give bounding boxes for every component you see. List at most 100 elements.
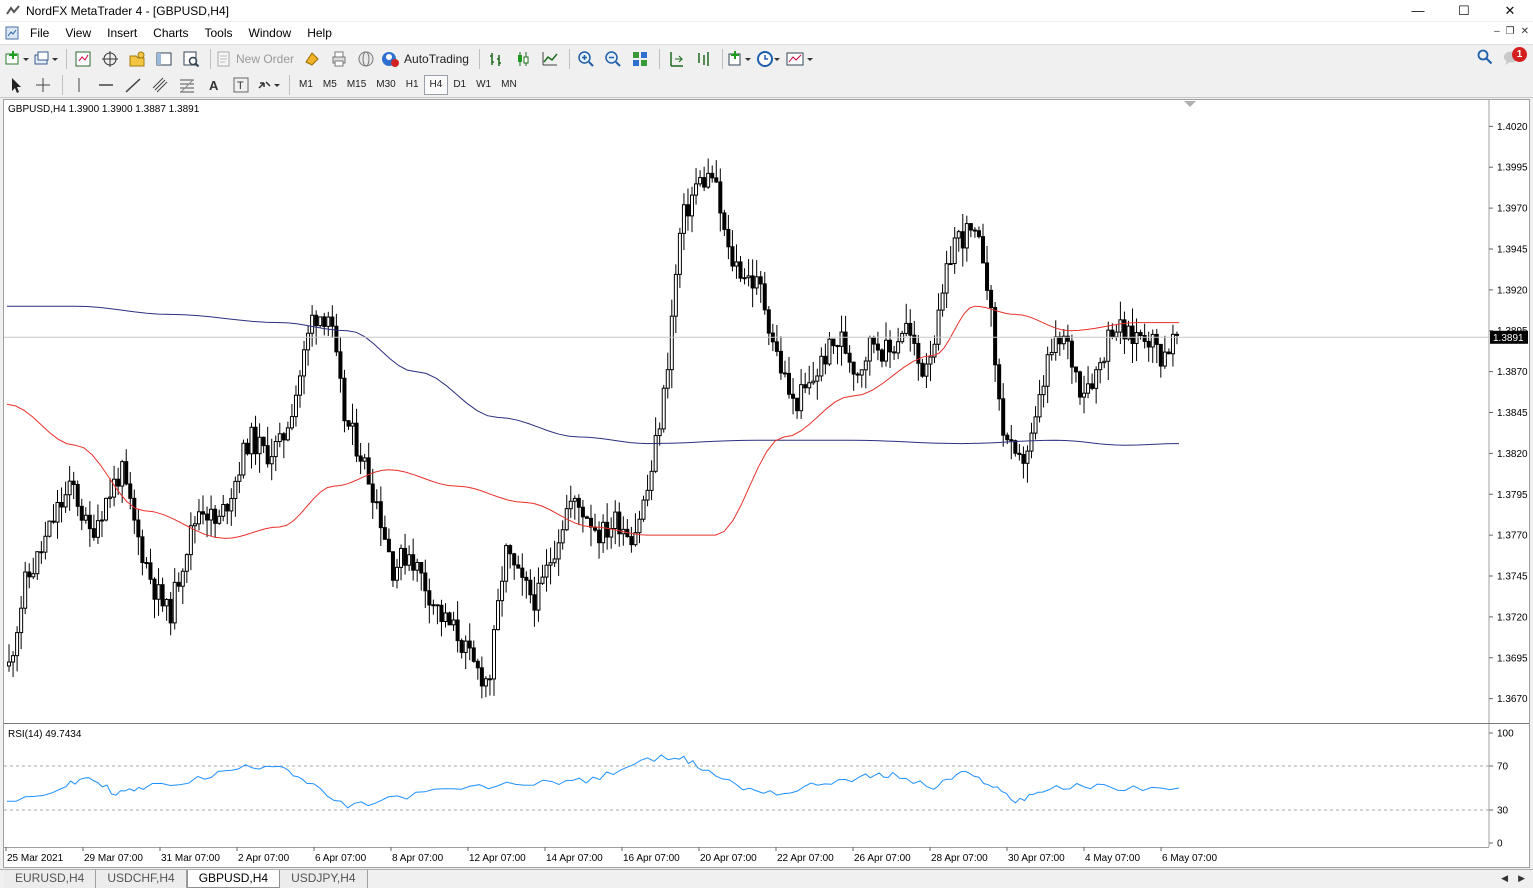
timeframe-m15[interactable]: M15 xyxy=(342,75,371,95)
candle-body xyxy=(229,498,234,512)
data-window-button[interactable] xyxy=(98,48,122,70)
candle-body xyxy=(964,223,969,249)
candle-body xyxy=(540,576,545,584)
candle-body xyxy=(104,497,109,521)
candle-body xyxy=(811,380,816,384)
arrows-button[interactable] xyxy=(256,74,282,96)
trendline-button[interactable] xyxy=(121,74,145,96)
autotrading-button[interactable]: AutoTrading xyxy=(381,48,472,70)
candle-body xyxy=(318,316,323,327)
notifications-button[interactable]: 1 xyxy=(1503,47,1527,67)
candle-body xyxy=(1098,362,1103,371)
tabs-scroll-left-icon[interactable]: ◀ xyxy=(1501,873,1508,884)
candle-body xyxy=(677,232,682,275)
timeframe-m30[interactable]: M30 xyxy=(371,75,400,95)
text-tool-button[interactable]: A xyxy=(202,74,226,96)
market-button[interactable] xyxy=(354,48,378,70)
candle-body xyxy=(896,341,901,354)
timeframe-h4[interactable]: H4 xyxy=(423,74,449,95)
time-tick-label: 25 Mar 2021 xyxy=(7,853,64,864)
chart-canvas[interactable]: 1.40201.39951.39701.39451.39201.38951.38… xyxy=(4,100,1529,867)
candle-body xyxy=(1154,333,1159,345)
menu-bar: File View Insert Charts Tools Window Hel… xyxy=(0,22,1533,44)
mdi-minimize-button[interactable]: – xyxy=(1494,26,1500,37)
window-title: NordFX MetaTrader 4 - [GBPUSD,H4] xyxy=(26,3,229,18)
metaeditor-button[interactable] xyxy=(300,48,324,70)
periods-button[interactable] xyxy=(756,48,782,70)
zoom-out-button[interactable] xyxy=(601,48,625,70)
signals-button[interactable] xyxy=(327,48,351,70)
cursor-tool-button[interactable] xyxy=(4,74,28,96)
tab-usdchf[interactable]: USDCHF,H4 xyxy=(96,870,187,888)
tab-eurusd[interactable]: EURUSD,H4 xyxy=(4,870,97,888)
new-chart-button[interactable] xyxy=(4,48,30,70)
profiles-button[interactable] xyxy=(33,48,59,70)
candle-body xyxy=(718,181,723,214)
terminal-button[interactable] xyxy=(152,48,176,70)
navigator-button[interactable] xyxy=(125,48,149,70)
chart-window[interactable]: 1.40201.39951.39701.39451.39201.38951.38… xyxy=(3,99,1530,868)
candle-body xyxy=(180,570,185,587)
rsi-tick-label: 70 xyxy=(1497,762,1509,773)
menu-tools[interactable]: Tools xyxy=(197,22,241,44)
timeframe-m1[interactable]: M1 xyxy=(294,75,318,95)
current-price-label: 1.3891 xyxy=(1490,330,1528,344)
bar-chart-button[interactable] xyxy=(484,48,508,70)
candle-body xyxy=(1053,336,1058,353)
time-tick-label: 30 Apr 07:00 xyxy=(1008,853,1065,864)
toolbar-separator xyxy=(478,48,480,69)
new-order-button[interactable]: New Order xyxy=(215,48,297,70)
timeframe-h1[interactable]: H1 xyxy=(401,75,424,95)
line-chart-button[interactable] xyxy=(538,48,562,70)
strategy-tester-button[interactable] xyxy=(179,48,203,70)
menu-window[interactable]: Window xyxy=(241,22,300,44)
tab-gbpusd[interactable]: GBPUSD,H4 xyxy=(186,870,281,888)
candle-body xyxy=(261,436,266,447)
tile-windows-button[interactable] xyxy=(628,48,652,70)
candle-body xyxy=(128,483,133,499)
timeframe-w1[interactable]: W1 xyxy=(471,75,496,95)
timeframe-d1[interactable]: D1 xyxy=(448,75,471,95)
candlestick-chart-button[interactable] xyxy=(511,48,535,70)
zoom-in-button[interactable] xyxy=(574,48,598,70)
tabs-scroll-right-icon[interactable]: ▶ xyxy=(1518,873,1525,884)
fibonacci-button[interactable] xyxy=(175,74,199,96)
chart-shift-marker[interactable] xyxy=(1184,101,1196,107)
chart-shift-button[interactable] xyxy=(691,48,715,70)
candle-body xyxy=(217,515,222,524)
tab-usdjpy[interactable]: USDJPY,H4 xyxy=(280,870,368,888)
new-chart-icon xyxy=(5,50,29,64)
timeframe-mn[interactable]: MN xyxy=(496,75,522,95)
mdi-restore-button[interactable]: ❐ xyxy=(1506,26,1515,37)
candle-body xyxy=(758,276,763,285)
candle-body xyxy=(993,307,998,366)
candle-body xyxy=(132,497,137,521)
timeframe-m5[interactable]: M5 xyxy=(318,75,342,95)
text-label-button[interactable]: T xyxy=(229,74,253,96)
vertical-line-button[interactable] xyxy=(67,74,91,96)
candle-body xyxy=(1158,343,1163,367)
candle-body xyxy=(11,655,16,663)
candle-body xyxy=(985,262,990,291)
close-button[interactable]: ✕ xyxy=(1487,0,1533,21)
menu-insert[interactable]: Insert xyxy=(99,22,145,44)
menu-charts[interactable]: Charts xyxy=(145,22,196,44)
candlestick-icon xyxy=(517,51,529,66)
indicators-button[interactable] xyxy=(727,48,753,70)
auto-scroll-button[interactable] xyxy=(664,48,688,70)
search-icon[interactable] xyxy=(1477,49,1493,65)
menu-file[interactable]: File xyxy=(22,22,57,44)
menu-view[interactable]: View xyxy=(57,22,99,44)
minimize-button[interactable]: — xyxy=(1395,0,1441,21)
menu-help[interactable]: Help xyxy=(299,22,340,44)
mdi-close-button[interactable]: ✕ xyxy=(1521,26,1529,37)
candle-body xyxy=(196,511,201,525)
market-watch-button[interactable] xyxy=(71,48,95,70)
horizontal-line-button[interactable] xyxy=(94,74,118,96)
chart-tabs: EURUSD,H4 USDCHF,H4 GBPUSD,H4 USDJPY,H4 xyxy=(0,869,1533,888)
templates-button[interactable] xyxy=(785,48,815,70)
crosshair-tool-button[interactable] xyxy=(31,74,55,96)
maximize-button[interactable]: ☐ xyxy=(1441,0,1487,21)
chart-document-icon[interactable] xyxy=(4,25,20,41)
equidistant-channel-button[interactable] xyxy=(148,74,172,96)
